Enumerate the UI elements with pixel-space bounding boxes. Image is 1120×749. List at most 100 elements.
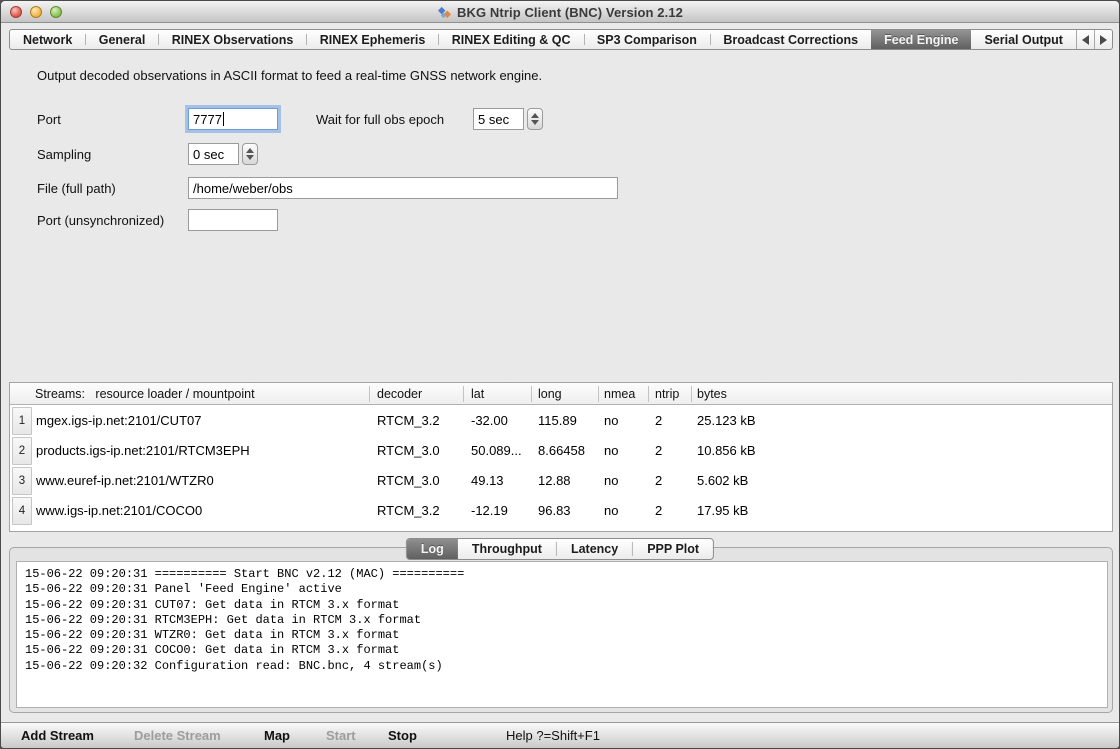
log-line: 15-06-22 09:20:32 Configuration read: BN…: [25, 659, 1099, 674]
column-divider: [691, 386, 692, 402]
bnc-window: BKG Ntrip Client (BNC) Version 2.12 Netw…: [0, 0, 1120, 749]
wait-epoch-label: Wait for full obs epoch: [316, 112, 444, 127]
sampling-label: Sampling: [37, 147, 91, 162]
tab-latency[interactable]: Latency: [557, 539, 632, 559]
row-number[interactable]: 4: [12, 497, 32, 525]
stepper-up-icon: [246, 148, 254, 153]
cell-lat: 49.13: [471, 466, 533, 496]
port-unsync-input[interactable]: [188, 209, 278, 231]
tab-ppp-plot[interactable]: PPP Plot: [633, 539, 713, 559]
cell-mountpoint: www.igs-ip.net:2101/COCO0: [36, 496, 202, 526]
bnc-app-icon: [437, 5, 452, 20]
cell-long: 115.89: [538, 406, 577, 436]
table-row[interactable]: 4 www.igs-ip.net:2101/COCO0 RTCM_3.2 -12…: [10, 496, 1112, 526]
column-divider: [648, 386, 649, 402]
stepper-down-icon: [531, 120, 539, 125]
streams-table-header: Streams: resource loader / mountpoint de…: [10, 383, 1112, 405]
row-number[interactable]: 3: [12, 467, 32, 495]
cell-mountpoint: products.igs-ip.net:2101/RTCM3EPH: [36, 436, 250, 466]
col-header-long[interactable]: long: [538, 383, 562, 405]
cell-mountpoint: www.euref-ip.net:2101/WTZR0: [36, 466, 214, 496]
col-header-nmea[interactable]: nmea: [604, 383, 635, 405]
tab-rinex-editing-qc[interactable]: RINEX Editing & QC: [439, 30, 584, 49]
col-header-decoder[interactable]: decoder: [377, 383, 422, 405]
cell-decoder: RTCM_3.2: [377, 496, 440, 526]
col-header-ntrip[interactable]: ntrip: [655, 383, 679, 405]
cell-mountpoint: mgex.igs-ip.net:2101/CUT07: [36, 406, 201, 436]
log-line: 15-06-22 09:20:31 ========== Start BNC v…: [25, 567, 1099, 582]
main-tab-bar: Network General RINEX Observations RINEX…: [9, 29, 1113, 50]
log-panel: 15-06-22 09:20:31 ========== Start BNC v…: [9, 547, 1113, 713]
sampling-stepper[interactable]: [242, 143, 258, 165]
cell-long: 96.83: [538, 496, 571, 526]
cell-long: 8.66458: [538, 436, 585, 466]
column-divider: [463, 386, 464, 402]
streams-table: Streams: resource loader / mountpoint de…: [9, 382, 1113, 532]
cell-bytes: 17.95 kB: [697, 496, 748, 526]
panel-description: Output decoded observations in ASCII for…: [37, 68, 542, 83]
cell-lat: 50.089...: [471, 436, 533, 466]
file-path-input[interactable]: /home/weber/obs: [188, 177, 618, 199]
port-input[interactable]: 7777: [188, 108, 278, 130]
cell-lat: -32.00: [471, 406, 533, 436]
cell-nmea: no: [604, 436, 618, 466]
delete-stream-button: Delete Stream: [134, 723, 221, 749]
cell-ntrip: 2: [655, 436, 662, 466]
cell-ntrip: 2: [655, 406, 662, 436]
start-button: Start: [326, 723, 356, 749]
map-button[interactable]: Map: [264, 723, 290, 749]
log-line: 15-06-22 09:20:31 COCO0: Get data in RTC…: [25, 643, 1099, 658]
row-number[interactable]: 2: [12, 437, 32, 465]
table-row[interactable]: 1 mgex.igs-ip.net:2101/CUT07 RTCM_3.2 -3…: [10, 406, 1112, 436]
tab-general[interactable]: General: [86, 30, 159, 49]
tab-throughput[interactable]: Throughput: [458, 539, 556, 559]
tab-sp3-comparison[interactable]: SP3 Comparison: [584, 30, 710, 49]
table-row[interactable]: 2 products.igs-ip.net:2101/RTCM3EPH RTCM…: [10, 436, 1112, 466]
log-line: 15-06-22 09:20:31 CUT07: Get data in RTC…: [25, 598, 1099, 613]
tab-network[interactable]: Network: [10, 30, 85, 49]
tab-broadcast-corrections[interactable]: Broadcast Corrections: [710, 30, 871, 49]
cell-bytes: 10.856 kB: [697, 436, 756, 466]
log-output: 15-06-22 09:20:31 ========== Start BNC v…: [16, 561, 1108, 708]
tab-feed-engine[interactable]: Feed Engine: [871, 30, 971, 49]
stepper-down-icon: [246, 155, 254, 160]
tab-rinex-observations[interactable]: RINEX Observations: [159, 30, 307, 49]
cell-long: 12.88: [538, 466, 571, 496]
bottom-toolbar: Add Stream Delete Stream Map Start Stop …: [1, 722, 1119, 748]
cell-bytes: 5.602 kB: [697, 466, 748, 496]
port-label: Port: [37, 112, 61, 127]
column-divider: [531, 386, 532, 402]
tab-rinex-ephemeris[interactable]: RINEX Ephemeris: [307, 30, 439, 49]
cell-decoder: RTCM_3.2: [377, 406, 440, 436]
title-bar: BKG Ntrip Client (BNC) Version 2.12: [1, 1, 1119, 23]
tab-scroll-right-icon: [1100, 35, 1107, 45]
window-title: BKG Ntrip Client (BNC) Version 2.12: [457, 5, 683, 20]
port-unsync-label: Port (unsynchronized): [37, 213, 164, 228]
tab-scroll-left-icon: [1082, 35, 1089, 45]
wait-epoch-stepper[interactable]: [527, 108, 543, 130]
col-header-lat[interactable]: lat: [471, 383, 533, 405]
stepper-up-icon: [531, 113, 539, 118]
tab-scroll-left-button[interactable]: [1076, 30, 1094, 49]
cell-bytes: 25.123 kB: [697, 406, 756, 436]
cell-nmea: no: [604, 496, 618, 526]
log-line: 15-06-22 09:20:31 Panel 'Feed Engine' ac…: [25, 582, 1099, 597]
cell-nmea: no: [604, 406, 618, 436]
cell-nmea: no: [604, 466, 618, 496]
tab-log[interactable]: Log: [407, 539, 458, 559]
tab-serial-output[interactable]: Serial Output: [971, 30, 1075, 49]
tab-scroll-right-button[interactable]: [1094, 30, 1112, 49]
add-stream-button[interactable]: Add Stream: [21, 723, 94, 749]
cell-ntrip: 2: [655, 466, 662, 496]
file-path-label: File (full path): [37, 181, 116, 196]
table-row[interactable]: 3 www.euref-ip.net:2101/WTZR0 RTCM_3.0 4…: [10, 466, 1112, 496]
log-line: 15-06-22 09:20:31 RTCM3EPH: Get data in …: [25, 613, 1099, 628]
col-header-bytes[interactable]: bytes: [697, 383, 727, 405]
col-header-streams[interactable]: Streams: resource loader / mountpoint: [35, 383, 255, 405]
row-number[interactable]: 1: [12, 407, 32, 435]
log-tab-bar: Log Throughput Latency PPP Plot: [406, 538, 714, 560]
cell-ntrip: 2: [655, 496, 662, 526]
wait-epoch-input[interactable]: 5 sec: [473, 108, 524, 130]
sampling-input[interactable]: 0 sec: [188, 143, 239, 165]
stop-button[interactable]: Stop: [388, 723, 417, 749]
